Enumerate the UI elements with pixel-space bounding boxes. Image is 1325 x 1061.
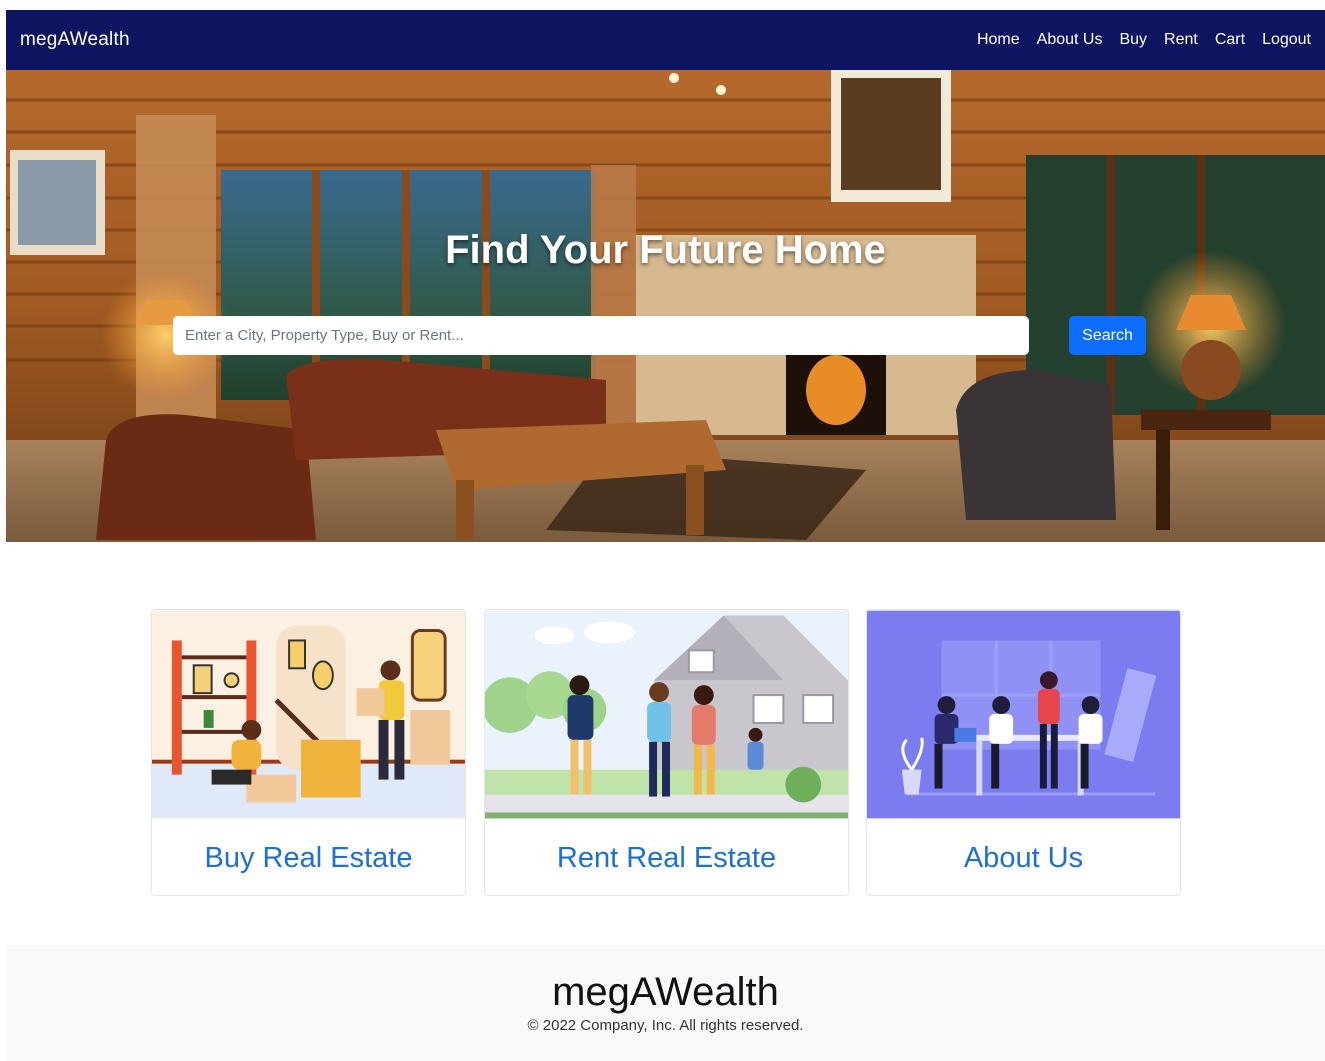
top-navbar: megAWealth Home About Us Buy Rent Cart L…	[6, 10, 1325, 70]
navbar-brand[interactable]: megAWealth	[20, 29, 130, 51]
hero-title: Find Your Future Home	[445, 228, 886, 272]
footer: megAWealth © 2022 Company, Inc. All righ…	[6, 945, 1325, 1061]
rent-illustration	[485, 610, 848, 819]
card-rent-real-estate[interactable]: Rent Real Estate	[484, 609, 849, 896]
card-title-rent[interactable]: Rent Real Estate	[485, 819, 848, 895]
hero-banner: Find Your Future Home Search	[6, 70, 1325, 542]
nav-link-logout[interactable]: Logout	[1262, 31, 1311, 49]
search-button[interactable]: Search	[1069, 316, 1146, 355]
card-buy-real-estate[interactable]: Buy Real Estate	[151, 609, 466, 896]
buy-illustration	[152, 610, 465, 819]
about-us-illustration	[867, 610, 1180, 819]
nav-link-cart[interactable]: Cart	[1215, 31, 1245, 49]
search-input[interactable]	[173, 316, 1029, 355]
card-title-about-us[interactable]: About Us	[867, 819, 1180, 895]
footer-copyright: © 2022 Company, Inc. All rights reserved…	[527, 1017, 804, 1034]
card-title-buy[interactable]: Buy Real Estate	[152, 819, 465, 895]
nav-link-home[interactable]: Home	[977, 31, 1020, 49]
nav-link-buy[interactable]: Buy	[1119, 31, 1147, 49]
card-about-us[interactable]: About Us	[866, 609, 1181, 896]
hero-background-image	[6, 70, 1325, 542]
nav-links: Home About Us Buy Rent Cart Logout	[977, 31, 1311, 49]
nav-link-rent[interactable]: Rent	[1164, 31, 1198, 49]
nav-link-about-us[interactable]: About Us	[1037, 31, 1103, 49]
footer-brand: megAWealth	[552, 970, 779, 1014]
